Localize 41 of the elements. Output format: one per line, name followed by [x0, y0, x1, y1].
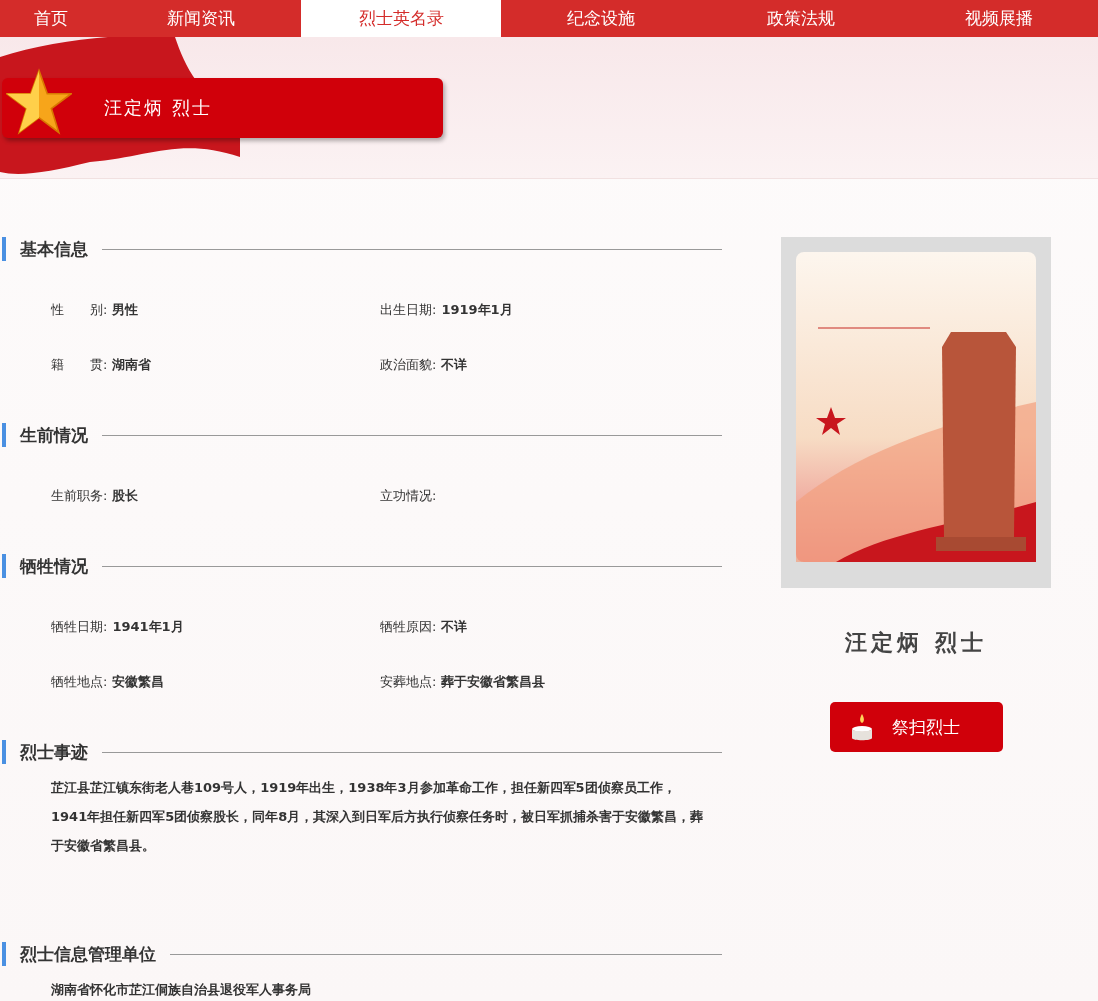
section-accent-bar: [2, 237, 6, 261]
field-label: 政治面貌:: [380, 357, 437, 372]
section-title: 生前情况: [20, 423, 88, 447]
section-title: 牺牲情况: [20, 554, 88, 578]
field-label: 籍 贯:: [51, 357, 108, 372]
field-value: 不详: [441, 357, 468, 372]
nav-tab[interactable]: 新闻资讯: [101, 0, 301, 37]
section-accent-bar: [2, 554, 6, 578]
field-value: 葬于安徽省繁昌县: [441, 674, 546, 689]
martyr-title: 汪定炳 烈士: [104, 96, 212, 120]
field-value: 股长: [112, 488, 139, 503]
field-label: 牺牲日期:: [51, 619, 108, 634]
field-value: 不详: [441, 619, 468, 634]
section-accent-bar: [2, 423, 6, 447]
section-accent-bar: [2, 740, 6, 764]
nav-tab[interactable]: 视频展播: [901, 0, 1098, 37]
field-value: 安徽繁昌: [112, 674, 165, 689]
field-label: 安葬地点:: [380, 674, 437, 689]
section-title: 烈士事迹: [20, 740, 88, 764]
section-text: 湖南省怀化市芷江侗族自治县退役军人事务局: [51, 981, 312, 999]
nav-tab[interactable]: 首页: [0, 0, 101, 37]
candle-icon: [849, 712, 874, 742]
field-value: 湖南省: [112, 357, 152, 372]
section-title: 烈士信息管理单位: [20, 942, 156, 966]
section-title: 基本信息: [20, 237, 88, 261]
field-value: 1941年1月: [112, 619, 184, 634]
nav-tab[interactable]: 烈士英名录: [301, 0, 501, 37]
nav-tab[interactable]: 政策法规: [701, 0, 901, 37]
field-label: 生前职务:: [51, 488, 108, 503]
martyr-name: 汪定炳 烈士: [845, 629, 987, 657]
section-text: 芷江县芷江镇东街老人巷109号人，1919年出生，1938年3月参加革命工作，担任新四军5团侦察员工作，1941年担任新四军5团侦察股长，同年8月，其深入到日军后方执行侦察任务时，被日军抓捕杀害于安徽繁昌，葬于安徽省繁昌县。: [51, 779, 705, 855]
tribute-button[interactable]: 祭扫烈士: [829, 702, 1003, 752]
field-label: 牺牲地点:: [51, 674, 108, 689]
nav-tab[interactable]: 纪念设施: [501, 0, 701, 37]
field-value: 男性: [112, 302, 139, 317]
field-value: 1919年1月: [441, 302, 513, 317]
section-accent-bar: [2, 942, 6, 966]
field-label: 立功情况:: [380, 488, 437, 503]
field-label: 性 别:: [51, 302, 108, 317]
field-label: 出生日期:: [380, 302, 437, 317]
field-label: 牺牲原因:: [380, 619, 437, 634]
